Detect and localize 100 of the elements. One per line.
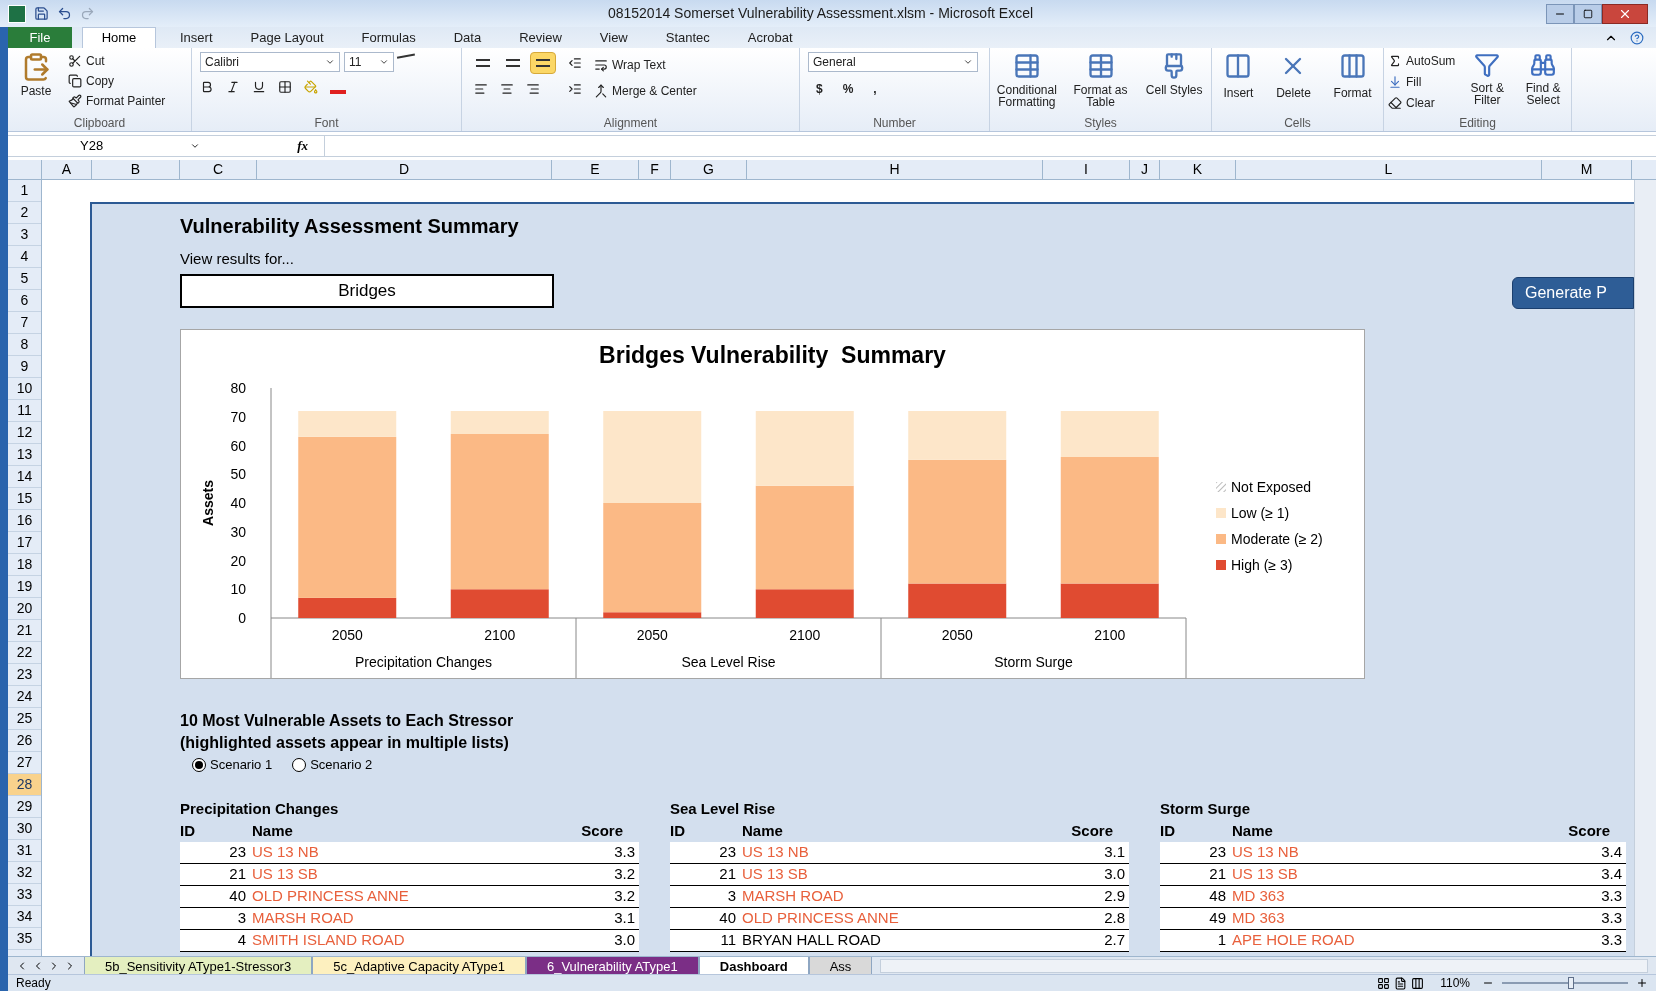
row-header[interactable]: 21: [8, 620, 41, 642]
fx-icon[interactable]: fx: [216, 136, 316, 156]
format-painter-button[interactable]: Format Painter: [68, 92, 166, 110]
ribbon-tab[interactable]: Acrobat: [733, 27, 807, 48]
styles-button[interactable]: Conditional Formatting: [990, 52, 1064, 115]
row-header[interactable]: 28: [8, 774, 41, 796]
column-header[interactable]: B: [92, 160, 180, 179]
row-header[interactable]: 16: [8, 510, 41, 532]
number-style-button[interactable]: %: [842, 80, 854, 98]
scenario-radio[interactable]: Scenario 2: [292, 755, 373, 775]
row-header[interactable]: 29: [8, 796, 41, 818]
cells-button[interactable]: Format: [1333, 52, 1372, 115]
wrap-text-button[interactable]: Wrap Text: [594, 56, 697, 74]
number-style-button[interactable]: $: [816, 80, 823, 98]
column-header[interactable]: J: [1130, 160, 1160, 179]
row-header[interactable]: 19: [8, 576, 41, 598]
ribbon-tab[interactable]: Review: [505, 27, 576, 48]
ribbon-tab[interactable]: File: [8, 27, 72, 48]
number-format-field[interactable]: General: [808, 52, 978, 72]
close-button[interactable]: [1602, 3, 1648, 24]
row-header[interactable]: 13: [8, 444, 41, 466]
row-header[interactable]: 6: [8, 290, 41, 312]
row-header[interactable]: 15: [8, 488, 41, 510]
zoom-slider[interactable]: [1502, 976, 1628, 990]
row-header[interactable]: 5: [8, 268, 41, 290]
column-header[interactable]: A: [42, 160, 92, 179]
column-header[interactable]: E: [552, 160, 639, 179]
vertical-scrollbar[interactable]: [1634, 180, 1656, 956]
row-header[interactable]: 23: [8, 664, 41, 686]
row-header[interactable]: 24: [8, 686, 41, 708]
styles-button[interactable]: Format as Table: [1063, 52, 1138, 115]
row-header[interactable]: 1: [8, 180, 41, 202]
editing-button[interactable]: Sort & Filter: [1463, 52, 1512, 115]
table-cell-text: BRYAN HALL ROAD: [741, 930, 882, 951]
row-header[interactable]: 30: [8, 818, 41, 840]
row-header[interactable]: 9: [8, 356, 41, 378]
row-header[interactable]: 25: [8, 708, 41, 730]
maximize-button[interactable]: [1574, 3, 1602, 24]
row-header[interactable]: 31: [8, 840, 41, 862]
row-header[interactable]: 3: [8, 224, 41, 246]
column-header[interactable]: K: [1160, 160, 1236, 179]
number-style-button[interactable]: ,: [873, 80, 877, 98]
cells-button[interactable]: Delete: [1276, 52, 1311, 115]
ribbon-tab[interactable]: Page Layout: [236, 27, 338, 48]
clear-button[interactable]: Clear: [1388, 94, 1456, 112]
ribbon-tab[interactable]: Data: [439, 27, 496, 48]
sheet-tab[interactable]: Dashboard: [698, 956, 809, 975]
font-size-field[interactable]: 11: [344, 52, 394, 72]
row-header[interactable]: 26: [8, 730, 41, 752]
row-header[interactable]: 20: [8, 598, 41, 620]
scenario-radio[interactable]: Scenario 1: [192, 755, 273, 775]
styles-button[interactable]: Cell Styles: [1137, 52, 1211, 115]
column-header[interactable]: C: [180, 160, 257, 179]
column-header[interactable]: H: [747, 160, 1043, 179]
ribbon-tab[interactable]: Stantec: [651, 27, 724, 48]
horizontal-scrollbar[interactable]: [880, 958, 1648, 973]
sheet-tab[interactable]: 6_Vulnerability AType1: [525, 956, 699, 975]
row-header[interactable]: 12: [8, 422, 41, 444]
paste-button[interactable]: Paste: [12, 52, 60, 115]
ribbon-tab[interactable]: View: [585, 27, 642, 48]
row-header[interactable]: 22: [8, 642, 41, 664]
ribbon-tab[interactable]: Insert: [166, 27, 227, 48]
sheet-tab[interactable]: 5b_Sensitivity AType1-Stressor3: [84, 956, 313, 975]
row-header[interactable]: 18: [8, 554, 41, 576]
row-header[interactable]: 33: [8, 884, 41, 906]
zoom-thumb[interactable]: [1568, 976, 1574, 989]
cells-button[interactable]: Insert: [1223, 52, 1254, 115]
cut-button[interactable]: Cut: [68, 52, 166, 70]
row-header[interactable]: 34: [8, 906, 41, 928]
generate-button[interactable]: Generate P: [1512, 277, 1634, 309]
ribbon-tab[interactable]: Home: [82, 27, 156, 48]
sheet-tab[interactable]: 5c_Adaptive Capacity AType1: [312, 956, 526, 975]
copy-button[interactable]: Copy: [68, 72, 166, 90]
row-header[interactable]: 7: [8, 312, 41, 334]
column-header[interactable]: D: [257, 160, 552, 179]
row-header[interactable]: 14: [8, 466, 41, 488]
vertical-align-button[interactable]: [530, 52, 556, 74]
column-header[interactable]: M: [1542, 160, 1632, 179]
sheet-tab[interactable]: Ass: [808, 956, 873, 975]
row-header[interactable]: 17: [8, 532, 41, 554]
minimize-button[interactable]: [1546, 3, 1574, 24]
row-header[interactable]: 8: [8, 334, 41, 356]
fill-button[interactable]: Fill: [1388, 73, 1456, 91]
row-header[interactable]: 10: [8, 378, 41, 400]
row-header[interactable]: 4: [8, 246, 41, 268]
font-name-field[interactable]: Calibri: [200, 52, 340, 72]
autosum-button[interactable]: AutoSum: [1388, 52, 1456, 70]
column-header[interactable]: L: [1236, 160, 1542, 179]
row-header[interactable]: 32: [8, 862, 41, 884]
asset-type-field[interactable]: Bridges: [180, 274, 554, 308]
editing-button[interactable]: Find & Select: [1519, 52, 1567, 115]
row-header[interactable]: 11: [8, 400, 41, 422]
name-box[interactable]: Y28: [8, 136, 208, 156]
row-header[interactable]: 35: [8, 928, 41, 950]
column-header[interactable]: I: [1043, 160, 1130, 179]
column-header[interactable]: G: [671, 160, 747, 179]
ribbon-tab[interactable]: Formulas: [347, 27, 430, 48]
column-header[interactable]: F: [639, 160, 671, 179]
merge-center-button[interactable]: Merge & Center: [594, 82, 697, 100]
row-header[interactable]: 2: [8, 202, 41, 224]
